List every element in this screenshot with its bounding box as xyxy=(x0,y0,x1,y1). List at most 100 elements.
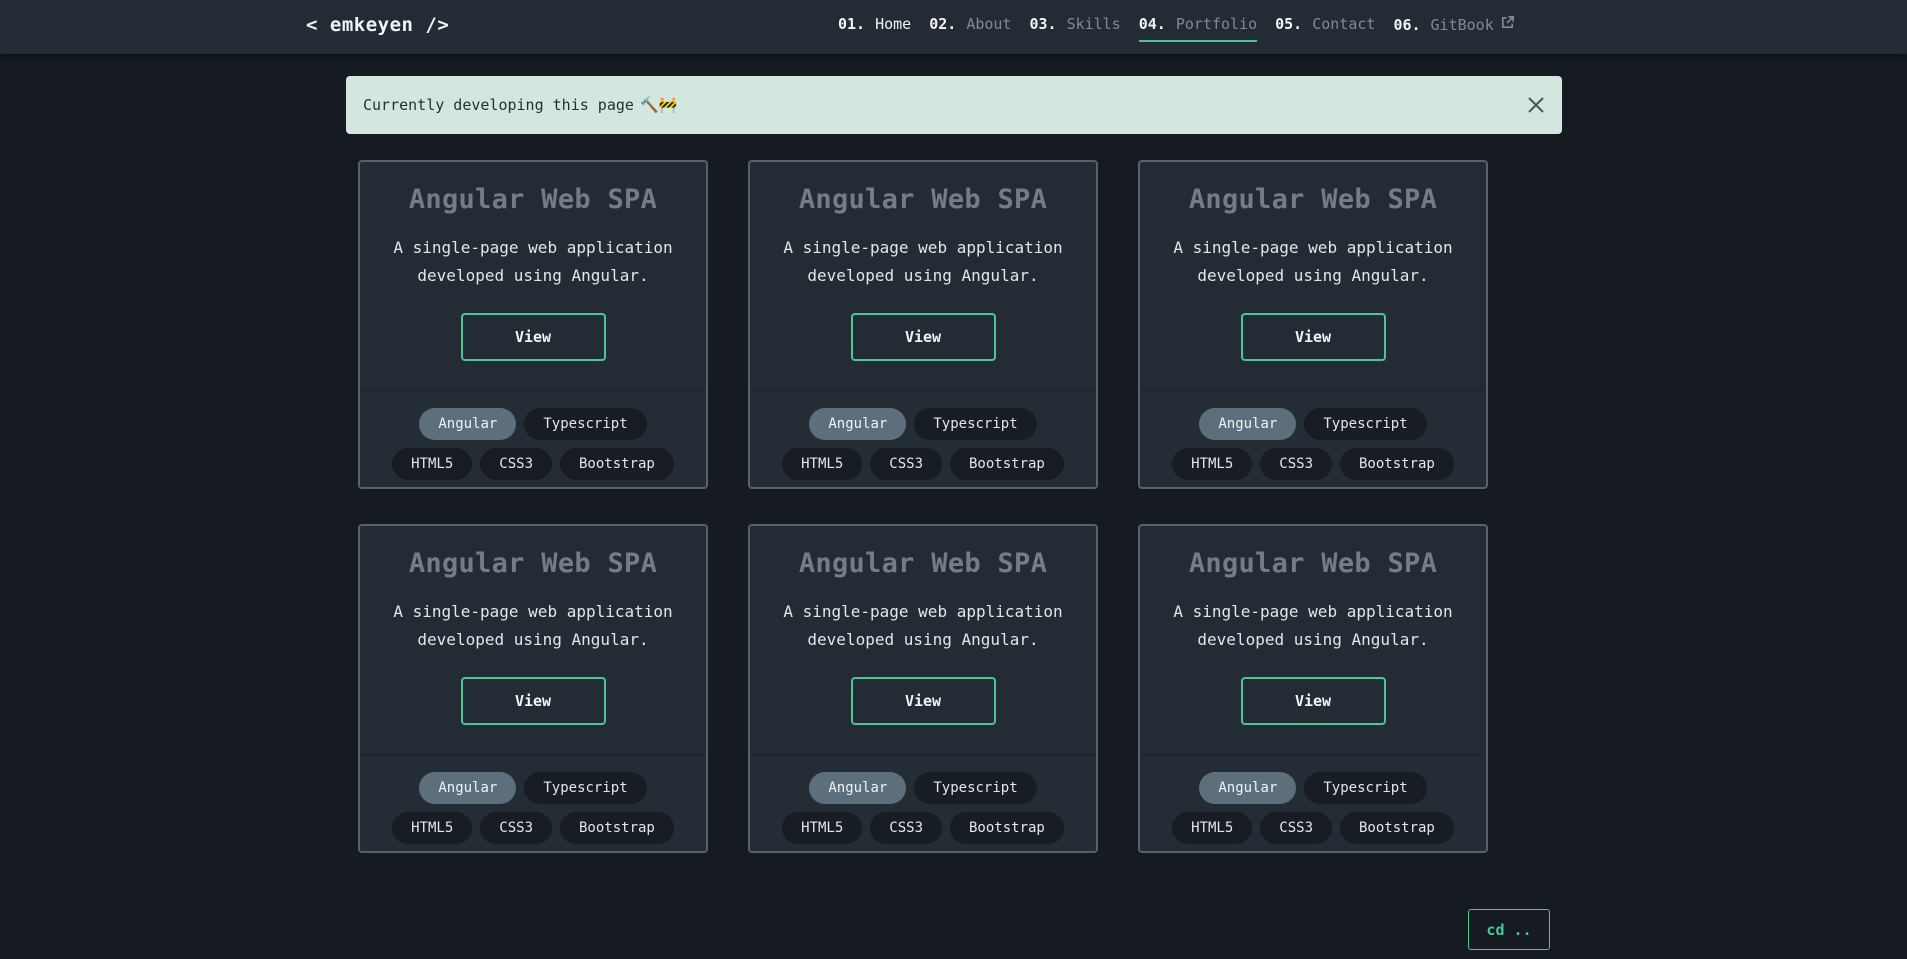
tag-row: HTML5 CSS3 Bootstrap xyxy=(1140,448,1486,480)
tag-angular[interactable]: Angular xyxy=(1199,772,1297,804)
tag-typescript[interactable]: Typescript xyxy=(914,772,1037,804)
tag-css3[interactable]: CSS3 xyxy=(480,448,552,480)
tag-bootstrap[interactable]: Bootstrap xyxy=(1340,448,1454,480)
alert-message: Currently developing this page xyxy=(363,96,634,114)
view-button[interactable]: View xyxy=(460,677,606,725)
card-tags: Angular Typescript HTML5 CSS3 Bootstrap xyxy=(750,391,1096,487)
external-link-icon xyxy=(1501,16,1514,29)
tag-html5[interactable]: HTML5 xyxy=(392,812,473,844)
card-description: A single-page web application developed … xyxy=(393,602,673,649)
tag-css3[interactable]: CSS3 xyxy=(1260,812,1332,844)
tag-row: Angular Typescript xyxy=(360,772,706,804)
card-body: Angular Web SPA A single-page web applic… xyxy=(750,526,1096,755)
card-title: Angular Web SPA xyxy=(408,184,658,215)
tag-row: HTML5 CSS3 Bootstrap xyxy=(360,812,706,844)
card-description: A single-page web application developed … xyxy=(783,238,1063,285)
nav-label: Home xyxy=(875,15,912,33)
card-body: Angular Web SPA A single-page web applic… xyxy=(360,162,706,391)
tag-typescript[interactable]: Typescript xyxy=(524,408,647,440)
tag-css3[interactable]: CSS3 xyxy=(870,448,942,480)
tag-angular[interactable]: Angular xyxy=(1199,408,1297,440)
tag-typescript[interactable]: Typescript xyxy=(524,772,647,804)
nav-number: 03. xyxy=(1029,15,1057,33)
tag-row: Angular Typescript xyxy=(1140,408,1486,440)
top-navbar: < emkeyen /> 01. Home 02. About 03. Skil… xyxy=(0,0,1907,54)
nav-item-contact[interactable]: 05. Contact xyxy=(1275,0,1375,42)
view-button[interactable]: View xyxy=(1240,313,1386,361)
tag-row: Angular Typescript xyxy=(750,772,1096,804)
card-tags: Angular Typescript HTML5 CSS3 Bootstrap xyxy=(750,755,1096,851)
nav-number: 01. xyxy=(838,15,866,33)
tag-css3[interactable]: CSS3 xyxy=(1260,448,1332,480)
nav-menu: 01. Home 02. About 03. Skills 04. Portfo… xyxy=(838,0,1533,54)
card-tags: Angular Typescript HTML5 CSS3 Bootstrap xyxy=(1140,391,1486,487)
tag-typescript[interactable]: Typescript xyxy=(914,408,1037,440)
project-card: Angular Web SPA A single-page web applic… xyxy=(358,524,708,853)
brand-logo[interactable]: < emkeyen /> xyxy=(306,14,449,36)
tag-html5[interactable]: HTML5 xyxy=(1172,448,1253,480)
card-description: A single-page web application developed … xyxy=(1173,238,1453,285)
tag-angular[interactable]: Angular xyxy=(809,408,907,440)
nav-item-home[interactable]: 01. Home xyxy=(838,0,911,42)
tag-html5[interactable]: HTML5 xyxy=(782,812,863,844)
tag-bootstrap[interactable]: Bootstrap xyxy=(1340,812,1454,844)
tag-typescript[interactable]: Typescript xyxy=(1304,408,1427,440)
card-title: Angular Web SPA xyxy=(798,184,1048,215)
tag-html5[interactable]: HTML5 xyxy=(1172,812,1253,844)
nav-item-skills[interactable]: 03. Skills xyxy=(1029,0,1120,42)
tag-row: Angular Typescript xyxy=(360,408,706,440)
project-card: Angular Web SPA A single-page web applic… xyxy=(1138,524,1488,853)
nav-item-portfolio[interactable]: 04. Portfolio xyxy=(1138,0,1258,42)
project-card: Angular Web SPA A single-page web applic… xyxy=(358,160,708,489)
tag-row: HTML5 CSS3 Bootstrap xyxy=(750,448,1096,480)
card-title: Angular Web SPA xyxy=(408,548,658,579)
nav-item-about[interactable]: 02. About xyxy=(929,0,1011,42)
nav-number: 05. xyxy=(1275,15,1303,33)
dev-notice-alert: Currently developing this page 🔨🚧 xyxy=(346,76,1562,134)
card-body: Angular Web SPA A single-page web applic… xyxy=(360,526,706,755)
nav-number: 06. xyxy=(1393,16,1421,34)
tag-bootstrap[interactable]: Bootstrap xyxy=(950,448,1064,480)
project-card: Angular Web SPA A single-page web applic… xyxy=(748,160,1098,489)
project-card: Angular Web SPA A single-page web applic… xyxy=(748,524,1098,853)
tag-bootstrap[interactable]: Bootstrap xyxy=(560,812,674,844)
tag-bootstrap[interactable]: Bootstrap xyxy=(950,812,1064,844)
nav-label: Skills xyxy=(1066,15,1121,33)
card-description: A single-page web application developed … xyxy=(783,602,1063,649)
tag-html5[interactable]: HTML5 xyxy=(392,448,473,480)
tag-html5[interactable]: HTML5 xyxy=(782,448,863,480)
view-button[interactable]: View xyxy=(850,313,996,361)
tag-angular[interactable]: Angular xyxy=(419,772,517,804)
tag-angular[interactable]: Angular xyxy=(419,408,517,440)
nav-label: Portfolio xyxy=(1175,15,1258,33)
nav-number: 04. xyxy=(1138,15,1166,33)
card-description: A single-page web application developed … xyxy=(393,238,673,285)
card-body: Angular Web SPA A single-page web applic… xyxy=(1140,526,1486,755)
nav-number: 02. xyxy=(929,15,957,33)
nav-item-gitbook[interactable]: 06. GitBook xyxy=(1393,0,1514,42)
tag-angular[interactable]: Angular xyxy=(809,772,907,804)
card-tags: Angular Typescript HTML5 CSS3 Bootstrap xyxy=(360,391,706,487)
project-card: Angular Web SPA A single-page web applic… xyxy=(1138,160,1488,489)
tag-row: HTML5 CSS3 Bootstrap xyxy=(750,812,1096,844)
card-tags: Angular Typescript HTML5 CSS3 Bootstrap xyxy=(360,755,706,851)
view-button[interactable]: View xyxy=(460,313,606,361)
tag-css3[interactable]: CSS3 xyxy=(870,812,942,844)
view-button[interactable]: View xyxy=(850,677,996,725)
card-title: Angular Web SPA xyxy=(1188,548,1438,579)
nav-label: About xyxy=(966,15,1012,33)
tag-row: HTML5 CSS3 Bootstrap xyxy=(1140,812,1486,844)
close-icon[interactable] xyxy=(1526,95,1546,115)
tag-css3[interactable]: CSS3 xyxy=(480,812,552,844)
view-button[interactable]: View xyxy=(1240,677,1386,725)
card-title: Angular Web SPA xyxy=(798,548,1048,579)
card-body: Angular Web SPA A single-page web applic… xyxy=(1140,162,1486,391)
tag-row: Angular Typescript xyxy=(1140,772,1486,804)
construction-icon: 🔨🚧 xyxy=(639,96,678,114)
tag-row: Angular Typescript xyxy=(750,408,1096,440)
back-button[interactable]: cd .. xyxy=(1468,909,1550,950)
nav-label: GitBook xyxy=(1430,16,1494,34)
tag-typescript[interactable]: Typescript xyxy=(1304,772,1427,804)
tag-bootstrap[interactable]: Bootstrap xyxy=(560,448,674,480)
card-description: A single-page web application developed … xyxy=(1173,602,1453,649)
